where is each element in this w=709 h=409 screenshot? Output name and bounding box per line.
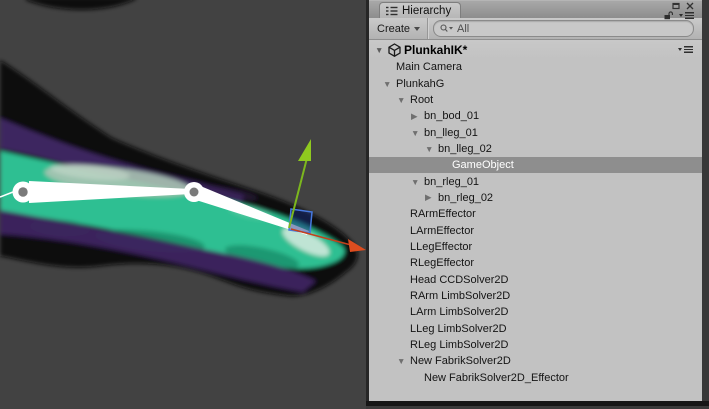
tree-item-larm-limbsolver2d[interactable]: LArm LimbSolver2D (369, 304, 702, 320)
hierarchy-toolbar: Create (369, 18, 702, 40)
tree-item-label: LLegEffector (410, 241, 472, 253)
foldout-icon[interactable]: ▼ (411, 177, 424, 187)
search-field[interactable] (433, 20, 694, 37)
tree-item-label: bn_lleg_02 (438, 143, 492, 155)
foldout-icon[interactable]: ▶ (425, 192, 438, 203)
foldout-icon[interactable]: ▼ (411, 128, 424, 138)
joint-2-center (190, 188, 199, 197)
tree-item-label: LArmEffector (410, 225, 474, 237)
tree-item-label: LLeg LimbSolver2D (410, 323, 507, 335)
tree-item-larmeffector[interactable]: LArmEffector (369, 222, 702, 238)
joint-1-center (18, 187, 27, 196)
lock-icon[interactable] (664, 11, 673, 20)
tree-item-rlegeffector[interactable]: RLegEffector (369, 255, 702, 271)
hierarchy-panel: Hierarchy (369, 0, 702, 401)
search-input[interactable] (457, 22, 687, 35)
menu-caret (678, 48, 682, 51)
hierarchy-tree: Main Camera ▼ PlunkahG ▼ Root ▶ bn_bod_0… (369, 59, 702, 401)
foldout-icon[interactable]: ▼ (383, 79, 396, 89)
menu-lines (684, 46, 693, 53)
tab-label: Hierarchy (402, 5, 451, 17)
tree-item-label: Root (410, 94, 433, 106)
tree-item-label: bn_rleg_02 (438, 192, 493, 204)
unity-cube-icon (388, 43, 401, 57)
tree-item-new-fabriksolver2d[interactable]: ▼ New FabrikSolver2D (369, 353, 702, 369)
scene-name: PlunkahIK* (404, 43, 467, 57)
tree-item-rarmeffector[interactable]: RArmEffector (369, 206, 702, 222)
tree-item-label: New FabrikSolver2D (410, 355, 511, 367)
window-buttons (664, 2, 694, 20)
menu-caret (679, 14, 683, 17)
tab-hierarchy[interactable]: Hierarchy (379, 2, 461, 18)
tree-item-lleg-limbsolver2d[interactable]: LLeg LimbSolver2D (369, 321, 702, 337)
panel-tab-bar: Hierarchy (369, 0, 702, 18)
search-icon[interactable] (440, 24, 454, 33)
foldout-icon[interactable]: ▼ (397, 356, 410, 366)
scene-foldout-icon[interactable]: ▼ (375, 45, 388, 55)
scene-header[interactable]: ▼ PlunkahIK* (369, 40, 702, 59)
tree-item-rleg-limbsolver2d[interactable]: RLeg LimbSolver2D (369, 337, 702, 353)
restore-icon[interactable] (672, 2, 680, 10)
tree-item-label: Head CCDSolver2D (410, 274, 508, 286)
tree-item-rarm-limbsolver2d[interactable]: RArm LimbSolver2D (369, 288, 702, 304)
tree-item-label: bn_bod_01 (424, 110, 479, 122)
scene-menu-icon[interactable] (678, 46, 693, 53)
tree-item-main-camera[interactable]: Main Camera (369, 59, 702, 75)
foldout-icon[interactable]: ▶ (411, 111, 424, 122)
tree-item-label: RLegEffector (410, 257, 474, 269)
toolbar-separator (427, 18, 428, 39)
tree-item-bn-bod-01[interactable]: ▶ bn_bod_01 (369, 108, 702, 124)
tree-item-label: LArm LimbSolver2D (410, 306, 508, 318)
tree-item-llegeffector[interactable]: LLegEffector (369, 239, 702, 255)
tree-item-bn-lleg-02[interactable]: ▼ bn_lleg_02 (369, 141, 702, 157)
tree-item-label: bn_rleg_01 (424, 176, 479, 188)
tree-item-head-ccdsolver2d[interactable]: Head CCDSolver2D (369, 271, 702, 287)
hierarchy-list-icon (386, 6, 398, 16)
tree-item-label: New FabrikSolver2D_Effector (424, 372, 569, 384)
tree-item-label: Main Camera (396, 61, 462, 73)
create-button[interactable]: Create (369, 18, 427, 39)
tree-item-plunkahg[interactable]: ▼ PlunkahG (369, 75, 702, 91)
pane-menu-icon[interactable] (679, 12, 694, 19)
tree-item-label: bn_lleg_01 (424, 127, 478, 139)
tree-item-label: RArmEffector (410, 208, 476, 220)
tree-item-label: RLeg LimbSolver2D (410, 339, 508, 351)
tree-item-root[interactable]: ▼ Root (369, 92, 702, 108)
tree-item-bn-lleg-01[interactable]: ▼ bn_lleg_01 (369, 124, 702, 140)
tree-item-new-fabriksolver2d-effector[interactable]: New FabrikSolver2D_Effector (369, 370, 702, 386)
foldout-icon[interactable]: ▼ (425, 144, 438, 154)
panel-right-border (702, 0, 709, 401)
close-icon[interactable] (686, 2, 694, 10)
create-button-label: Create (377, 23, 410, 35)
tree-item-label: RArm LimbSolver2D (410, 290, 510, 302)
tree-item-gameobject[interactable]: GameObject (369, 157, 702, 173)
tree-item-label: PlunkahG (396, 78, 444, 90)
foldout-icon[interactable]: ▼ (397, 95, 410, 105)
tree-item-bn-rleg-01[interactable]: ▼ bn_rleg_01 (369, 173, 702, 189)
chevron-down-icon (414, 27, 420, 31)
tree-item-label: GameObject (452, 159, 514, 171)
tree-item-bn-rleg-02[interactable]: ▶ bn_rleg_02 (369, 190, 702, 206)
menu-lines (685, 12, 694, 19)
